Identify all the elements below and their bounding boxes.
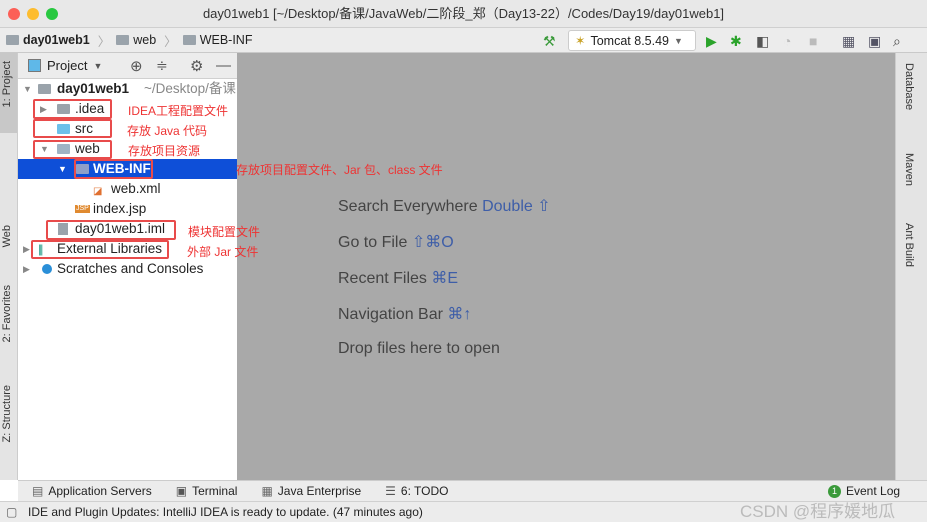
zoom-button[interactable] bbox=[46, 8, 58, 20]
web-folder-icon bbox=[57, 144, 70, 154]
tool-tab-web[interactable]: Web bbox=[1, 225, 13, 247]
tree-item-indexjsp[interactable]: JSP index.jsp bbox=[18, 199, 237, 219]
terminal-window-icon[interactable]: ▣ bbox=[868, 33, 881, 50]
event-log-button[interactable]: 1 Event Log bbox=[828, 484, 900, 498]
annotation-src: 存放 Java 代码 bbox=[127, 124, 208, 138]
status-bar: ▢ IDE and Plugin Updates: IntelliJ IDEA … bbox=[0, 501, 927, 522]
left-tool-stripe: 1: Project Web 2: Favorites Z: Structure bbox=[0, 53, 18, 480]
hint-search-everywhere: Search Everywhere Double ⇧ bbox=[338, 198, 551, 215]
minimize-button[interactable] bbox=[27, 8, 39, 20]
chevron-down-icon[interactable]: ▼ bbox=[93, 61, 102, 71]
library-icon: ||| bbox=[38, 242, 44, 256]
status-message[interactable]: IDE and Plugin Updates: IntelliJ IDEA is… bbox=[28, 505, 423, 519]
locate-icon[interactable]: ⊕ bbox=[130, 57, 143, 75]
debug-icon[interactable]: ✱ bbox=[730, 33, 742, 50]
window-title: day01web1 [~/Desktop/备课/JavaWeb/二阶段_郑（Da… bbox=[202, 6, 725, 21]
tree-item-webxml[interactable]: ◪ web.xml bbox=[18, 179, 237, 199]
navigation-bar: day01web1 〉 web 〉 WEB-INF ⚒ ✶ Tomcat 8.5.49… bbox=[0, 28, 927, 53]
search-icon[interactable]: ⌕ bbox=[893, 33, 901, 50]
annotation-webinf: 存放项目配置文件、Jar 包、class 文件 bbox=[236, 163, 443, 177]
project-tree: ▼ day01web1 ~/Desktop/备课 ▶ .idea src ▼ web ▼… bbox=[18, 79, 237, 480]
hint-navigation-bar: Navigation Bar ⌘↑ bbox=[338, 306, 472, 323]
breadcrumb-webinf[interactable]: WEB-INF bbox=[182, 33, 252, 47]
module-folder-icon bbox=[6, 35, 19, 45]
source-folder-icon bbox=[57, 124, 70, 134]
tool-tab-database[interactable]: Database bbox=[903, 63, 915, 110]
chevron-down-icon: ▼ bbox=[674, 35, 683, 46]
profile-icon[interactable]: ◔ bbox=[783, 33, 791, 49]
hint-go-to-file: Go to File ⇧⌘O bbox=[338, 234, 454, 251]
right-tool-stripe: Database Maven Ant Build bbox=[895, 53, 927, 480]
tomcat-icon: ✶ bbox=[575, 34, 586, 48]
project-view-select[interactable]: Project bbox=[47, 58, 87, 73]
annotation-idea: IDEA工程配置文件 bbox=[128, 104, 229, 118]
servers-icon: ▤ bbox=[32, 484, 44, 498]
breadcrumb-project[interactable]: day01web1 bbox=[6, 33, 90, 47]
run-config-select[interactable]: ✶ Tomcat 8.5.49 ▼ bbox=[568, 30, 696, 51]
hint-drop-files: Drop files here to open bbox=[338, 340, 500, 357]
annotation-libraries: 外部 Jar 文件 bbox=[187, 245, 259, 259]
tree-item-scratches[interactable]: ▶ Scratches and Consoles bbox=[18, 259, 237, 279]
tool-application-servers[interactable]: ▤ Application Servers bbox=[32, 484, 152, 498]
module-file-icon bbox=[58, 223, 68, 235]
bottom-tool-bar: ▤ Application Servers ▣ Terminal ▦ Java Ent… bbox=[18, 480, 927, 501]
annotation-iml: 模块配置文件 bbox=[188, 225, 261, 239]
tool-todo[interactable]: ☰ 6: TODO bbox=[385, 484, 448, 498]
tool-tab-project[interactable]: 1: Project bbox=[1, 61, 13, 107]
jsp-file-icon: JSP bbox=[75, 205, 90, 213]
editor-empty-area[interactable]: Search Everywhere Double ⇧ Go to File ⇧⌘… bbox=[237, 53, 895, 480]
build-hammer-icon[interactable]: ⚒ bbox=[543, 33, 556, 50]
collapse-all-icon[interactable]: ≑ bbox=[156, 57, 168, 74]
folder-icon bbox=[57, 104, 70, 114]
run-icon[interactable]: ▶ bbox=[706, 33, 717, 50]
project-panel-header: Project ▼ ⊕ ≑ ⚙ — bbox=[18, 53, 237, 79]
list-icon: ☰ bbox=[385, 484, 396, 498]
status-toggle-icon[interactable]: ▢ bbox=[6, 502, 17, 522]
close-button[interactable] bbox=[8, 8, 20, 20]
tool-tab-maven[interactable]: Maven bbox=[903, 153, 915, 186]
tool-tab-favorites[interactable]: 2: Favorites bbox=[1, 285, 13, 342]
java-enterprise-icon: ▦ bbox=[261, 484, 273, 498]
hint-recent-files: Recent Files ⌘E bbox=[338, 270, 459, 287]
tool-tab-ant-build[interactable]: Ant Build bbox=[903, 223, 915, 267]
tool-tab-structure[interactable]: Z: Structure bbox=[1, 385, 13, 442]
module-folder-icon bbox=[38, 84, 51, 94]
coverage-icon[interactable]: ◧ bbox=[756, 33, 769, 50]
breadcrumb-web[interactable]: web bbox=[116, 33, 156, 47]
tree-item-webinf[interactable]: ▼ WEB-INF bbox=[18, 159, 237, 179]
gear-icon[interactable]: ⚙ bbox=[190, 57, 203, 75]
scratches-icon bbox=[42, 264, 52, 274]
project-view-icon bbox=[28, 59, 41, 72]
folder-icon bbox=[76, 164, 89, 174]
stop-icon[interactable]: ■ bbox=[809, 33, 817, 49]
web-folder-icon bbox=[116, 35, 130, 45]
hide-icon[interactable]: — bbox=[216, 57, 231, 74]
watermark: CSDN @程序媛地瓜 bbox=[740, 502, 896, 521]
terminal-icon: ▣ bbox=[175, 484, 188, 498]
tree-item-root[interactable]: ▼ day01web1 ~/Desktop/备课 bbox=[18, 79, 237, 99]
event-count-badge: 1 bbox=[828, 484, 841, 498]
annotation-web: 存放项目资源 bbox=[128, 144, 201, 158]
project-structure-icon[interactable]: ▦ bbox=[842, 33, 855, 50]
folder-icon bbox=[182, 35, 196, 45]
title-bar: day01web1 [~/Desktop/备课/JavaWeb/二阶段_郑（Da… bbox=[0, 0, 927, 28]
tool-java-enterprise[interactable]: ▦ Java Enterprise bbox=[261, 484, 361, 498]
tool-terminal[interactable]: ▣ Terminal bbox=[176, 484, 238, 498]
